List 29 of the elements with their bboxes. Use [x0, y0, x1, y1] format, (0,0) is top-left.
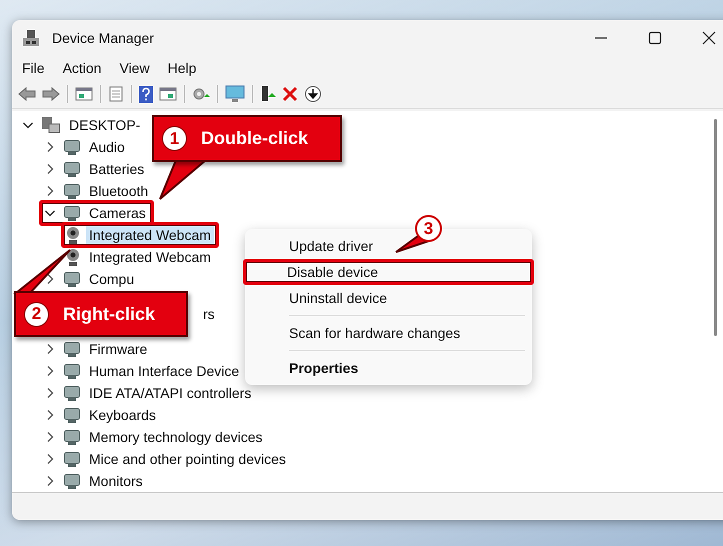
- tree-item[interactable]: IDE ATA/ATAPI controllers: [86, 384, 254, 402]
- tree-item[interactable]: Memory technology devices: [86, 428, 266, 446]
- tree-item[interactable]: DESKTOP-: [66, 116, 144, 134]
- tree-item[interactable]: Cameras: [86, 204, 149, 222]
- tree-item[interactable]: Integrated Webcam: [86, 248, 214, 266]
- tree-item[interactable]: rs: [200, 305, 218, 323]
- menu-item[interactable]: Action: [62, 60, 114, 76]
- tree-item[interactable]: Batteries: [86, 160, 148, 178]
- callout-text: Double-click: [201, 128, 308, 149]
- menu-item[interactable]: Disable device: [243, 259, 534, 285]
- tree-item[interactable]: Human Interface Device: [86, 362, 242, 380]
- tree-item[interactable]: Mice and other pointing devices: [86, 450, 289, 468]
- callout-text: Right-click: [63, 304, 156, 324]
- menu-item[interactable]: Properties: [245, 355, 532, 381]
- menu-item[interactable]: File: [22, 60, 57, 76]
- menu-item[interactable]: Uninstall device: [245, 285, 532, 311]
- window-title: Device Manager: [52, 30, 154, 46]
- menu-item[interactable]: View: [119, 60, 162, 76]
- tree-item[interactable]: Audio: [86, 138, 128, 156]
- tree-item[interactable]: Integrated Webcam: [86, 226, 214, 244]
- step-number: 1: [162, 126, 187, 151]
- tree-item[interactable]: Compu: [86, 270, 138, 288]
- tree-item[interactable]: Monitors: [86, 472, 146, 490]
- menu-item[interactable]: Scan for hardware changes: [245, 320, 532, 346]
- menu-item[interactable]: Help: [168, 60, 208, 76]
- tree-item[interactable]: Firmware: [86, 340, 150, 358]
- step-number: 2: [24, 302, 49, 326]
- tree-item[interactable]: Bluetooth: [86, 182, 152, 200]
- tree-item[interactable]: Keyboards: [86, 406, 159, 424]
